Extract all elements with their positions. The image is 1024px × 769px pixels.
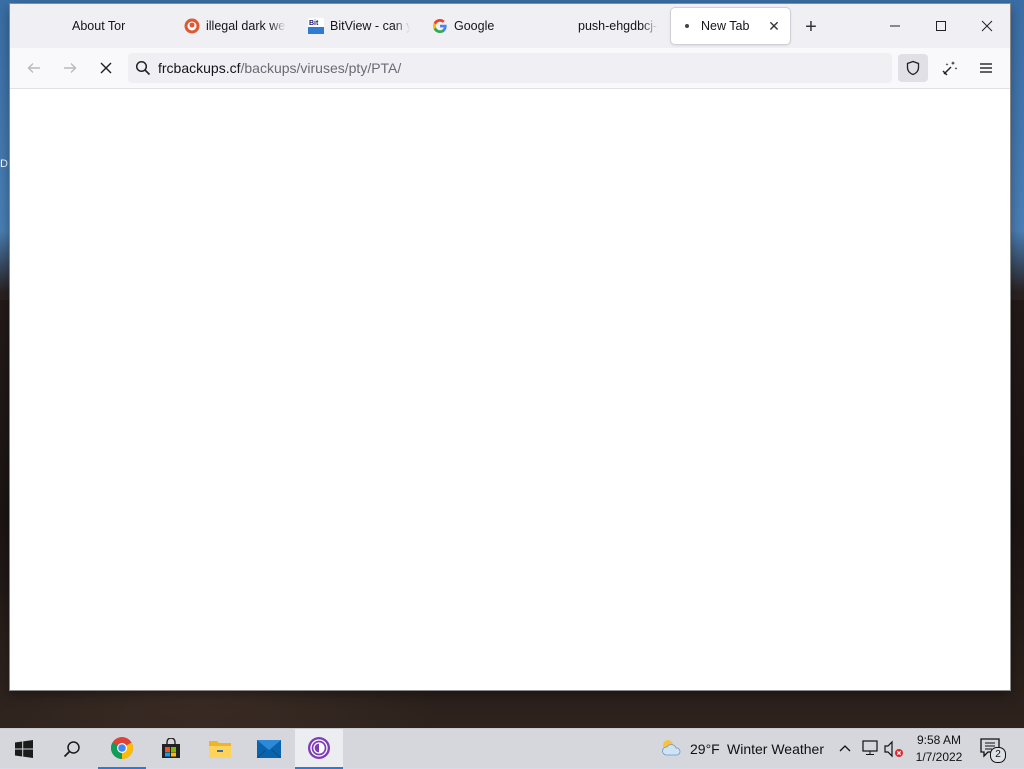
network-status[interactable] [862, 740, 880, 759]
weather-label[interactable]: Winter Weather [727, 741, 824, 757]
volume-control[interactable] [884, 740, 904, 761]
clock-date: 1/7/2022 [915, 750, 963, 764]
navigation-toolbar: frcbackups.cf/backups/viruses/pty/PTA/ [10, 48, 1010, 89]
stop-loading-button[interactable] [92, 54, 120, 82]
tab-label: push-ehgdbcj-7005 [578, 19, 658, 33]
windows-logo-icon [15, 740, 33, 758]
back-button[interactable] [20, 54, 48, 82]
taskbar: 29°F Winter Weather 9:58 AM 1/7/2022 2 [0, 728, 1024, 769]
taskbar-tor-browser[interactable] [295, 729, 343, 769]
clock-time: 9:58 AM [916, 733, 962, 747]
tab-label: BitView - can you [330, 19, 410, 33]
bitview-icon: Bit [308, 18, 324, 34]
new-tab-button[interactable]: + [800, 16, 822, 38]
url-path: /backups/viruses/pty/PTA/ [240, 60, 402, 76]
tor-onion-icon [50, 18, 66, 34]
minimize-icon [890, 25, 900, 27]
browser-window: About Tor illegal dark web Bit BitView -… [10, 4, 1010, 690]
maximize-button[interactable] [918, 4, 964, 48]
maximize-icon [936, 21, 946, 31]
google-icon [432, 18, 448, 34]
chrome-icon [111, 737, 133, 759]
shield-icon [906, 60, 920, 76]
weather-temperature[interactable]: 29°F [690, 741, 720, 757]
tab-label: Google [454, 19, 495, 33]
tab-duckduckgo[interactable]: illegal dark web [176, 8, 294, 44]
volume-muted-icon [884, 740, 903, 758]
tab-about-tor[interactable]: About Tor [42, 8, 160, 44]
notification-count-badge: 2 [990, 747, 1006, 763]
search-icon [63, 741, 80, 758]
system-clock[interactable]: 9:58 AM 1/7/2022 [912, 732, 966, 766]
tab-strip: About Tor illegal dark web Bit BitView -… [10, 4, 1010, 48]
weather-icon[interactable] [660, 738, 682, 761]
security-shield-button[interactable] [898, 54, 928, 82]
close-icon [981, 20, 993, 32]
duckduckgo-icon [184, 18, 200, 34]
tor-browser-icon [308, 737, 330, 759]
tab-label: illegal dark web [206, 19, 286, 33]
taskbar-file-explorer[interactable] [196, 729, 244, 769]
close-window-button[interactable] [964, 4, 1010, 48]
tab-new-tab[interactable]: New Tab ✕ [671, 8, 790, 44]
page-content-blank[interactable] [10, 89, 1010, 690]
close-tab-button[interactable]: ✕ [766, 18, 782, 34]
tab-bitview[interactable]: Bit BitView - can you [300, 8, 418, 44]
forward-arrow-icon [64, 63, 77, 73]
taskbar-mail[interactable] [245, 729, 293, 769]
search-icon [128, 60, 158, 76]
minimize-button[interactable] [872, 4, 918, 48]
folder-icon [209, 741, 231, 758]
forward-button[interactable] [56, 54, 84, 82]
taskbar-chrome[interactable] [98, 729, 146, 769]
stop-x-icon [100, 62, 112, 74]
tab-label: New Tab [701, 19, 750, 33]
desktop-icon-label[interactable]: D [0, 158, 8, 170]
svg-text:Bit: Bit [309, 20, 319, 27]
action-center-button[interactable]: 2 [980, 738, 1006, 763]
store-bag-icon [162, 738, 180, 758]
blank-favicon [556, 18, 572, 34]
back-arrow-icon [27, 63, 40, 73]
url-host: frcbackups.cf [158, 60, 241, 76]
tab-push[interactable]: push-ehgdbcj-7005 [548, 8, 666, 44]
broom-sparkle-icon [942, 61, 958, 76]
new-identity-button[interactable] [936, 54, 964, 82]
hamburger-menu-icon [980, 63, 992, 73]
start-button[interactable] [0, 729, 48, 769]
show-hidden-icons-button[interactable] [838, 741, 852, 758]
taskbar-microsoft-store[interactable] [147, 729, 195, 769]
mail-envelope-icon [257, 740, 281, 758]
app-menu-button[interactable] [972, 54, 1000, 82]
loading-dot-icon [679, 18, 695, 34]
network-disconnected-icon [862, 740, 878, 755]
tab-google[interactable]: Google [424, 8, 542, 44]
address-bar[interactable]: frcbackups.cf/backups/viruses/pty/PTA/ [128, 53, 892, 83]
chevron-up-icon [839, 745, 851, 752]
taskbar-search-button[interactable] [48, 729, 96, 769]
tab-label: About Tor [72, 19, 126, 33]
